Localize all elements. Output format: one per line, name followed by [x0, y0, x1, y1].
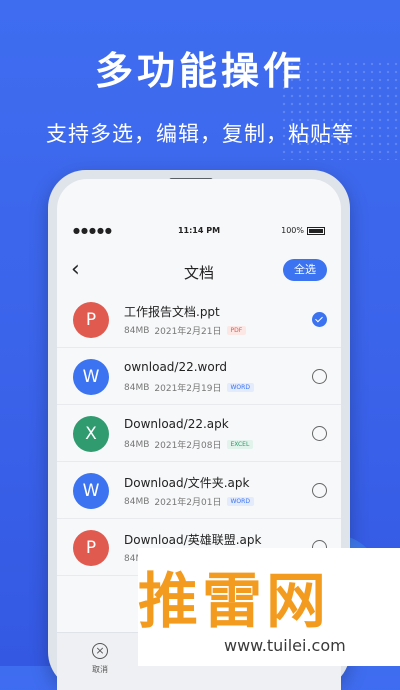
file-date: 2021年2月08日 [154, 441, 222, 451]
file-type-icon: X [73, 416, 109, 452]
file-size: 84MB [124, 496, 150, 507]
subline: 支持多选，编辑，复制，粘贴等 [46, 122, 354, 146]
select-radio[interactable] [312, 426, 327, 441]
file-row[interactable]: P 工作报告文档.ppt 84MB 2021年2月21日 PDF [57, 291, 341, 348]
file-type-icon: W [73, 473, 109, 509]
file-type-icon: W [73, 359, 109, 395]
file-row[interactable]: Wownload/22.word 84MB 2021年2月19日 WORD [57, 348, 341, 405]
battery-percent: 100% [281, 226, 304, 235]
file-name: 工作报告文档.ppt [124, 305, 220, 319]
file-name: Download/文件夹.apk [124, 476, 250, 490]
select-all-button[interactable]: 全选 [283, 259, 327, 281]
headline: 多功能操作 [94, 49, 305, 93]
file-type-icon: P [73, 530, 109, 566]
status-bar: ●●●●● 11:14 PM 100% [57, 222, 341, 240]
file-type-icon: P [73, 302, 109, 338]
file-name: ownload/22.word [124, 360, 228, 374]
watermark-brand: 推雷网 [138, 567, 330, 637]
file-row[interactable]: W Download/文件夹.apk 84MB 2021年2月01日 WORD [57, 462, 341, 519]
file-type-tag: WORD [226, 383, 254, 392]
file-date: 2021年2月19日 [154, 384, 222, 394]
file-meta: 84MB 2021年2月01日 WORD [124, 495, 254, 508]
file-date: 2021年2月21日 [154, 327, 222, 337]
file-meta: 84MB 2021年2月21日 PDF [124, 324, 247, 337]
battery-icon [307, 226, 325, 235]
file-meta: 84MB 2021年2月19日 WORD [124, 381, 254, 394]
file-name: Download/英雄联盟.apk [124, 533, 262, 547]
file-name: Download/22.apk [124, 417, 229, 431]
cancel-button[interactable]: × 取消 [85, 643, 115, 675]
watermark-url: www.tuilei.com [224, 636, 346, 655]
file-size: 84MB [124, 382, 150, 393]
file-list: P 工作报告文档.ppt 84MB 2021年2月21日 PDF Wownload/22.… [57, 291, 341, 576]
file-type-tag: WORD [226, 497, 254, 506]
file-type-tag: PDF [226, 326, 247, 335]
file-meta: 84MB 2021年2月08日 EXCEL [124, 438, 254, 451]
select-radio[interactable] [312, 312, 327, 327]
file-row[interactable]: X Download/22.apk 84MB 2021年2月08日 EXCEL [57, 405, 341, 462]
select-radio[interactable] [312, 483, 327, 498]
nav-bar: ‹ 文档 全选 [57, 253, 341, 289]
close-icon: × [92, 643, 108, 659]
file-date: 2021年2月01日 [154, 498, 222, 508]
file-type-tag: EXCEL [226, 440, 254, 449]
select-radio[interactable] [312, 369, 327, 384]
battery-indicator: 100% [281, 226, 325, 235]
file-size: 84MB [124, 439, 150, 450]
file-size: 84MB [124, 325, 150, 336]
